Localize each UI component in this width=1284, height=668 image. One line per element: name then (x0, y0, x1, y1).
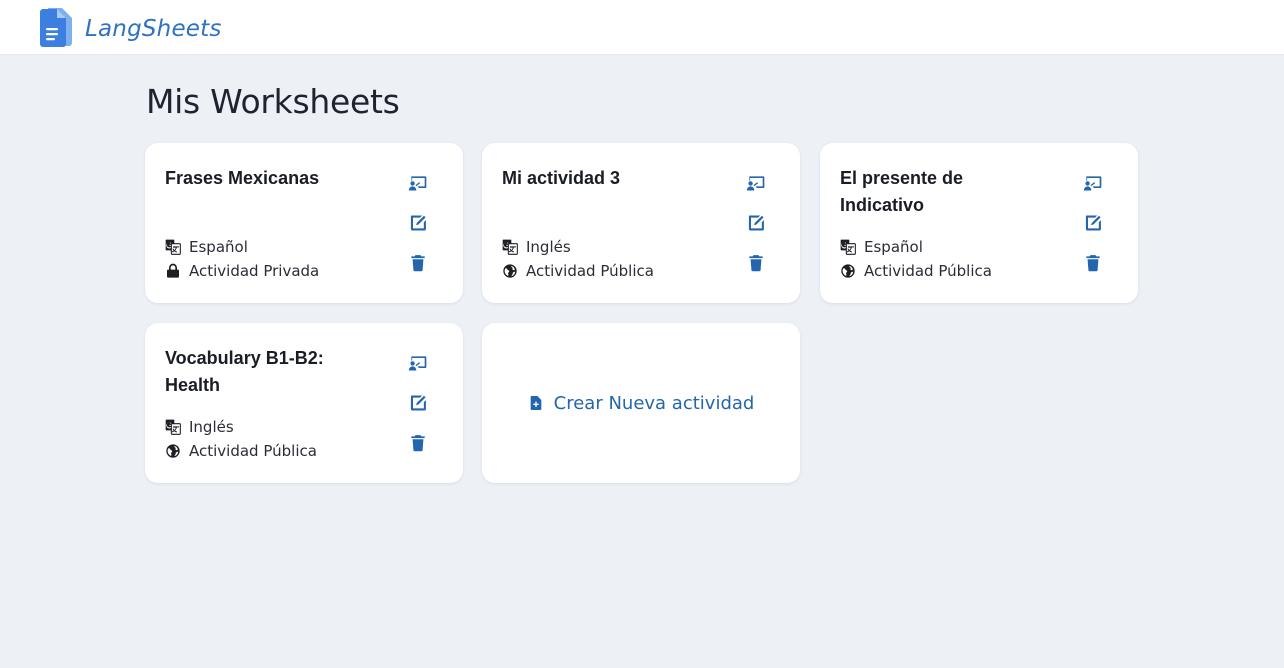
create-activity-button[interactable]: Crear Nueva actividad (482, 323, 800, 483)
globe-icon (165, 443, 181, 459)
visibility-label: Actividad Pública (864, 262, 992, 280)
delete-button[interactable] (1080, 250, 1106, 276)
present-button[interactable] (1080, 170, 1106, 196)
translate-icon (165, 419, 181, 435)
worksheet-title: El presente de Indicativo (840, 168, 964, 215)
edit-icon (746, 213, 766, 233)
globe-icon (502, 263, 518, 279)
globe-icon (840, 263, 856, 279)
worksheet-visibility: Actividad Pública (502, 262, 654, 280)
language-label: Inglés (526, 238, 571, 256)
present-icon (746, 173, 766, 193)
worksheet-card: Frases Mexicanas Español Actividad Priva… (145, 143, 463, 303)
worksheet-card: Vocabulary B1-B2: Health Inglés Activida… (145, 323, 463, 483)
trash-icon (408, 253, 428, 273)
lock-icon (165, 263, 181, 279)
add-file-icon (528, 394, 544, 412)
edit-button[interactable] (743, 210, 769, 236)
edit-button[interactable] (1080, 210, 1106, 236)
delete-button[interactable] (405, 250, 431, 276)
worksheet-visibility: Actividad Privada (165, 262, 319, 280)
document-icon (38, 6, 76, 52)
present-button[interactable] (743, 170, 769, 196)
delete-button[interactable] (743, 250, 769, 276)
delete-button[interactable] (405, 430, 431, 456)
visibility-label: Actividad Privada (189, 262, 320, 280)
language-label: Inglés (189, 418, 234, 436)
worksheet-title: Vocabulary B1-B2: Health (165, 348, 324, 395)
worksheet-title: Frases Mexicanas (165, 168, 320, 188)
worksheet-card: Mi actividad 3 Inglés Actividad Pública (482, 143, 800, 303)
worksheet-visibility: Actividad Pública (840, 262, 992, 280)
edit-button[interactable] (405, 210, 431, 236)
top-navbar: LangSheets (0, 0, 1284, 55)
app-name: LangSheets (85, 16, 222, 42)
page-title: Mis Worksheets (146, 82, 400, 121)
visibility-label: Actividad Pública (189, 442, 317, 460)
worksheet-language: Inglés (502, 238, 571, 256)
trash-icon (746, 253, 766, 273)
present-icon (1083, 173, 1103, 193)
language-label: Español (864, 238, 923, 256)
worksheet-language: Español (165, 238, 248, 256)
translate-icon (840, 239, 856, 255)
trash-icon (408, 433, 428, 453)
app-logo-link[interactable]: LangSheets (38, 6, 222, 52)
worksheet-language: Inglés (165, 418, 234, 436)
edit-icon (408, 393, 428, 413)
edit-button[interactable] (405, 390, 431, 416)
present-icon (408, 173, 428, 193)
present-button[interactable] (405, 170, 431, 196)
worksheet-title: Mi actividad 3 (502, 168, 621, 188)
visibility-label: Actividad Pública (526, 262, 654, 280)
translate-icon (165, 239, 181, 255)
worksheet-visibility: Actividad Pública (165, 442, 317, 460)
present-button[interactable] (405, 350, 431, 376)
present-icon (408, 353, 428, 373)
translate-icon (502, 239, 518, 255)
worksheet-language: Español (840, 238, 923, 256)
worksheet-card: El presente de Indicativo Español Activi… (820, 143, 1138, 303)
edit-icon (1083, 213, 1103, 233)
trash-icon (1083, 253, 1103, 273)
language-label: Español (189, 238, 248, 256)
create-activity-label: Crear Nueva actividad (553, 392, 755, 414)
edit-icon (408, 213, 428, 233)
